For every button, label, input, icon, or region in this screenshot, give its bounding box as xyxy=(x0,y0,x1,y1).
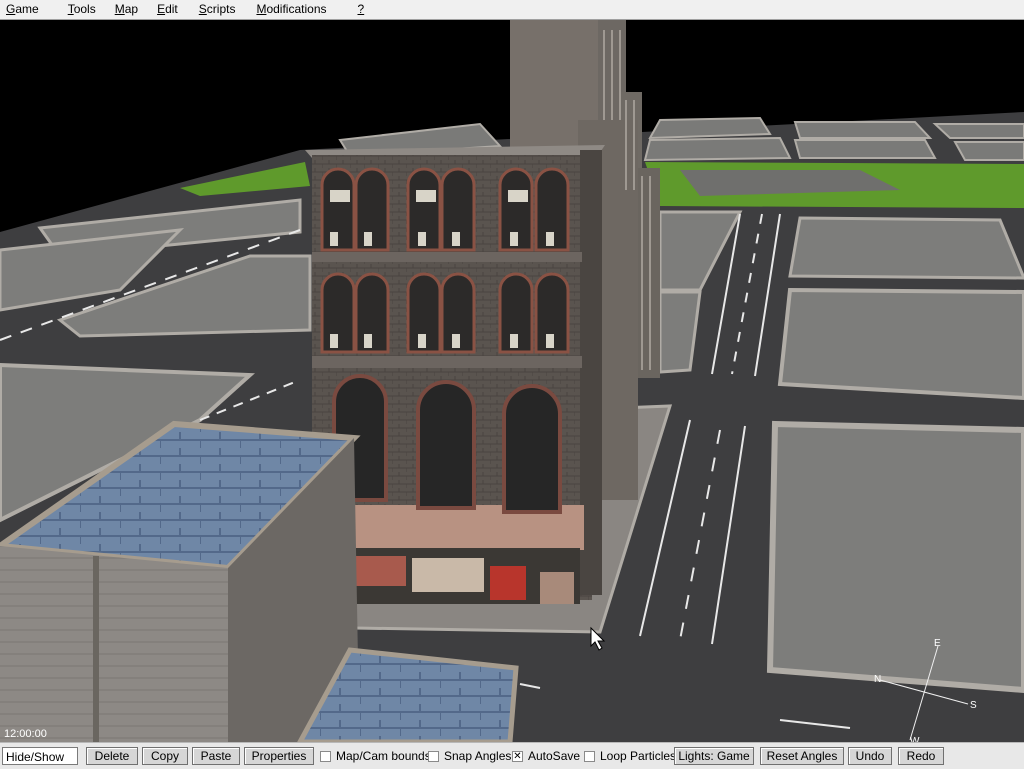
properties-button[interactable]: Properties xyxy=(244,747,314,765)
game-clock: 12:00:00 xyxy=(4,728,47,740)
menu-modifications-accel: M xyxy=(256,2,267,16)
menu-help-accel: ? xyxy=(357,2,365,16)
menu-tools-label: ools xyxy=(73,2,96,16)
city-block xyxy=(953,141,1024,161)
large-windows xyxy=(332,374,562,514)
autosave-check-icon: ✕ xyxy=(512,750,523,762)
snap-angles-box xyxy=(428,750,439,762)
menu-edit-label: dit xyxy=(165,2,178,16)
city-block xyxy=(932,123,1024,139)
menu-edit-accel: E xyxy=(157,2,166,16)
menu-edit[interactable]: Edit xyxy=(151,0,189,19)
menu-help[interactable]: ? xyxy=(352,0,376,19)
compass-rose-icon xyxy=(879,645,969,741)
menu-modifications[interactable]: Modifications xyxy=(250,0,337,19)
menu-tools[interactable]: Tools xyxy=(62,0,107,19)
bottom-toolbar: Hide/Show Delete Copy Paste Properties M… xyxy=(0,742,1024,769)
city-block xyxy=(648,116,772,140)
compass-east-label: E xyxy=(934,638,941,649)
city-block xyxy=(643,136,792,162)
3d-viewport[interactable]: N E S W xyxy=(0,20,1024,742)
loop-particles-checkbox[interactable]: Loop Particles xyxy=(584,749,676,763)
loop-particles-label: Loop Particles xyxy=(600,749,677,763)
redo-button[interactable]: Redo xyxy=(898,747,944,765)
menu-scripts-accel: S xyxy=(198,2,207,16)
menu-game[interactable]: Game xyxy=(0,0,50,19)
menu-scripts-label: cripts xyxy=(206,2,236,16)
map-cam-bounds-box xyxy=(320,750,331,762)
menu-scripts[interactable]: Scripts xyxy=(193,0,247,19)
autosave-label: AutoSave xyxy=(528,749,581,763)
map-cam-bounds-label: Map/Cam bounds xyxy=(336,749,431,763)
city-block xyxy=(777,287,1024,401)
city-block xyxy=(788,216,1024,280)
map-cam-bounds-checkbox[interactable]: Map/Cam bounds xyxy=(320,749,431,763)
delete-button[interactable]: Delete xyxy=(86,747,138,765)
compass-north-label: N xyxy=(874,674,882,685)
city-block xyxy=(793,121,933,139)
city-block xyxy=(793,139,937,159)
menu-modifications-label: odifications xyxy=(266,2,327,16)
paste-button[interactable]: Paste xyxy=(192,747,240,765)
city-scene xyxy=(0,20,1024,742)
autosave-checkbox[interactable]: ✕ AutoSave xyxy=(512,749,580,763)
menu-map-label: ap xyxy=(124,2,139,16)
compass-widget: N E S W xyxy=(870,638,980,742)
menu-map[interactable]: Map xyxy=(109,0,149,19)
menu-bar: Game Tools Map Edit Scripts Modification… xyxy=(0,0,1024,20)
snap-angles-checkbox[interactable]: Snap Angles xyxy=(428,749,511,763)
copy-button[interactable]: Copy xyxy=(142,747,188,765)
loop-particles-box xyxy=(584,750,595,762)
menu-game-label: ame xyxy=(15,2,39,16)
hide-show-field[interactable]: Hide/Show xyxy=(2,747,78,765)
undo-button[interactable]: Undo xyxy=(848,747,892,765)
reset-angles-button[interactable]: Reset Angles xyxy=(760,747,844,765)
menu-map-accel: M xyxy=(114,2,125,16)
lights-button[interactable]: Lights: Game xyxy=(674,747,754,765)
compass-south-label: S xyxy=(970,700,977,711)
menu-game-accel: G xyxy=(6,2,16,16)
snap-angles-label: Snap Angles xyxy=(444,749,512,763)
